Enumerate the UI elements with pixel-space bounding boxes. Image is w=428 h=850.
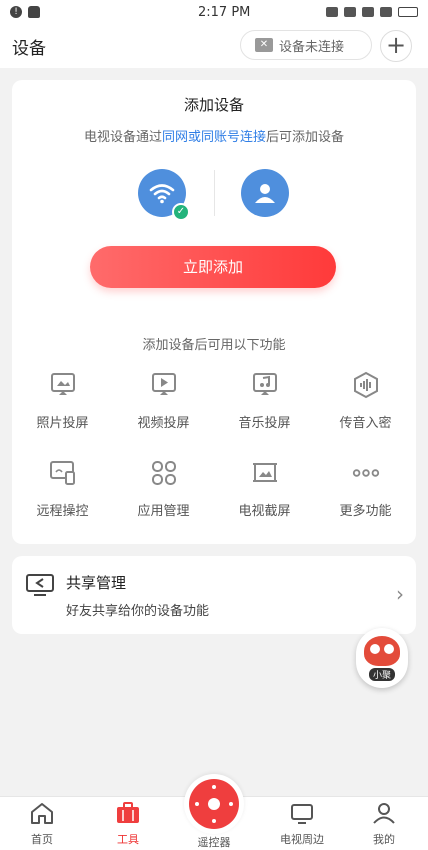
desc-prefix: 电视设备通过 <box>83 130 162 145</box>
feature-photo-cast[interactable]: 照片投屏 <box>12 370 113 431</box>
signal-icon <box>362 7 374 17</box>
photo-cast-icon <box>48 370 78 400</box>
feature-video-cast[interactable]: 视频投屏 <box>113 370 214 431</box>
top-header: 设备 ✕ 设备未连接 + <box>0 24 428 68</box>
tab-label: 电视周边 <box>280 833 324 846</box>
add-device-card: 添加设备 电视设备通过同网或同账号连接后可添加设备 ✓ 立即添加 添加设备后可用… <box>12 80 416 544</box>
share-subtitle: 好友共享给你的设备功能 <box>66 604 210 619</box>
check-icon: ✓ <box>172 203 190 221</box>
feature-more[interactable]: 更多功能 <box>315 458 416 519</box>
remote-control-icon <box>48 458 78 488</box>
vibrate-icon <box>326 7 338 17</box>
battery-icon <box>398 7 418 17</box>
share-screen-icon <box>26 574 54 596</box>
tab-label: 首页 <box>31 833 53 846</box>
account-mode-button[interactable] <box>241 169 289 217</box>
more-icon <box>351 458 381 488</box>
tab-tv-peripheral[interactable]: 电视周边 <box>272 801 332 847</box>
feature-app-manage[interactable]: 应用管理 <box>113 458 214 519</box>
features-caption: 添加设备后可用以下功能 <box>142 338 286 353</box>
tv-peripheral-icon <box>291 804 313 824</box>
wifi-status-icon <box>344 7 356 17</box>
feature-voice[interactable]: 传音入密 <box>315 370 416 431</box>
chevron-right-icon: › <box>396 582 404 606</box>
home-icon <box>31 803 53 824</box>
tab-remote-label: 遥控器 <box>197 836 231 849</box>
feature-label: 更多功能 <box>339 504 392 519</box>
tab-tools[interactable]: 工具 <box>98 801 158 847</box>
feature-remote-control[interactable]: 远程操控 <box>12 458 113 519</box>
user-icon <box>255 184 275 203</box>
tab-home[interactable]: 首页 <box>12 801 72 847</box>
profile-icon <box>373 803 395 824</box>
assistant-button[interactable]: 小聚 <box>356 628 408 688</box>
notification-icon: ! <box>10 6 22 18</box>
owl-mascot-icon <box>364 635 400 666</box>
voice-icon <box>351 370 381 400</box>
desc-suffix: 后可添加设备 <box>266 130 345 145</box>
desc-or: 或 <box>187 130 201 145</box>
tab-label: 我的 <box>373 833 395 846</box>
status-bar: ! 2:17 PM <box>0 0 428 24</box>
tab-profile[interactable]: 我的 <box>354 801 414 847</box>
add-device-description: 电视设备通过同网或同账号连接后可添加设备 <box>12 126 416 145</box>
android-icon <box>28 6 40 18</box>
music-cast-icon <box>250 370 280 400</box>
share-title: 共享管理 <box>66 574 127 592</box>
tv-screenshot-icon <box>250 458 280 488</box>
video-cast-icon <box>149 370 179 400</box>
feature-label: 远程操控 <box>36 504 89 519</box>
tv-disconnected-icon: ✕ <box>255 38 273 52</box>
add-device-title: 添加设备 <box>183 96 244 114</box>
feature-music-cast[interactable]: 音乐投屏 <box>214 370 315 431</box>
feature-label: 传音入密 <box>339 416 392 431</box>
same-account-link[interactable]: 同账号连接 <box>201 130 266 145</box>
assistant-label: 小聚 <box>368 667 395 681</box>
feature-tv-screenshot[interactable]: 电视截屏 <box>214 458 315 519</box>
remote-icon <box>189 779 239 829</box>
signal-2-icon <box>380 7 392 17</box>
feature-label: 音乐投屏 <box>238 416 291 431</box>
mode-divider <box>214 170 215 216</box>
tab-remote[interactable] <box>184 774 244 834</box>
wifi-mode-button[interactable]: ✓ <box>138 169 190 221</box>
same-network-link[interactable]: 同网 <box>162 130 188 145</box>
feature-label: 应用管理 <box>137 504 190 519</box>
add-device-plus-button[interactable]: + <box>380 30 412 62</box>
page-title: 设备 <box>12 38 46 59</box>
feature-label: 视频投屏 <box>137 416 190 431</box>
toolbox-icon <box>117 802 139 823</box>
connection-status-button[interactable]: ✕ 设备未连接 <box>240 30 372 60</box>
add-now-button[interactable]: 立即添加 <box>90 246 336 288</box>
tab-label: 工具 <box>117 833 139 846</box>
feature-label: 照片投屏 <box>36 416 89 431</box>
status-time: 2:17 PM <box>198 4 251 20</box>
app-manage-icon <box>149 458 179 488</box>
wifi-icon <box>149 184 175 204</box>
share-management-card[interactable]: 共享管理 好友共享给你的设备功能 › <box>12 556 416 634</box>
feature-label: 电视截屏 <box>238 504 291 519</box>
connection-status-label: 设备未连接 <box>279 39 345 55</box>
